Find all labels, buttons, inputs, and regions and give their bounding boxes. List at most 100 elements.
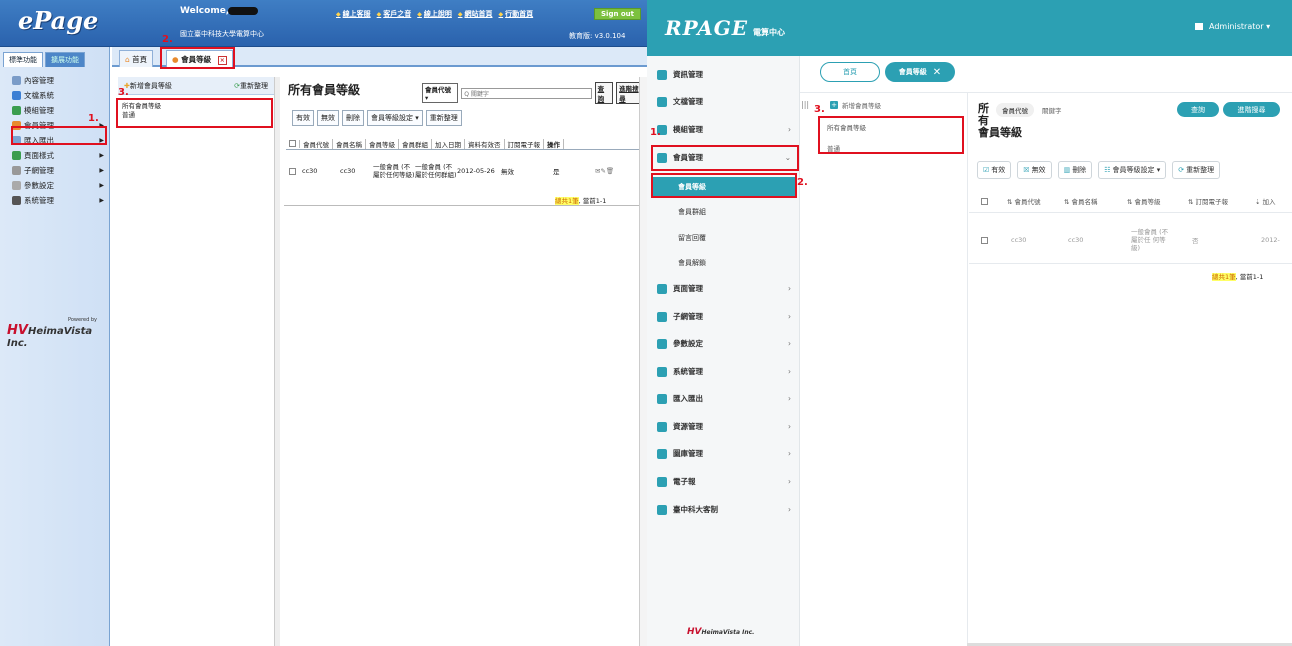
sidebar-item[interactable]: 子網管理 › bbox=[657, 308, 797, 325]
submenu-item[interactable]: 留言回覆 bbox=[653, 229, 799, 246]
sidebar-item[interactable]: 文檔系統 bbox=[8, 88, 108, 103]
link-feedback[interactable]: 客戶之音 bbox=[377, 9, 411, 19]
valid-label: 有效 bbox=[991, 166, 1006, 174]
tab-extended-functions[interactable]: 擴展功能 bbox=[45, 52, 85, 67]
main-scrollbar[interactable] bbox=[639, 77, 647, 646]
search-field-select[interactable]: 會員代號 bbox=[996, 103, 1034, 117]
table-row: cc30 cc30 一般會員 (不屬於任 何等級) 否 2012- bbox=[977, 220, 1292, 260]
cell-level: 一般會員 (不屬於任 何等級) bbox=[1131, 228, 1169, 252]
sidebar-item[interactable]: 參數設定 › bbox=[657, 335, 797, 352]
chevron-right-icon: › bbox=[788, 477, 791, 486]
search-input[interactable]: 關鍵字 bbox=[1040, 105, 1170, 115]
col-member-group[interactable]: 會員群組 bbox=[399, 138, 432, 149]
select-all-checkbox[interactable] bbox=[977, 197, 1007, 205]
delete-button[interactable]: ▥ 刪除 bbox=[1057, 161, 1093, 179]
select-all-checkbox[interactable] bbox=[286, 139, 300, 148]
tab-member-level[interactable]: 會員等級 ✕ bbox=[885, 62, 955, 82]
col-member-code[interactable]: ⇅ 會員代號 bbox=[1007, 196, 1064, 206]
chevron-right-icon: ▶ bbox=[99, 182, 104, 189]
invalid-button[interactable]: ☒ 無效 bbox=[1017, 161, 1052, 179]
powered-by: HVHeimaVista Inc. bbox=[687, 627, 754, 637]
link-mobile-home[interactable]: 行動首頁 bbox=[499, 9, 533, 19]
refresh-label: 重新整理 bbox=[1186, 166, 1215, 174]
settings-icon: ☷ bbox=[1104, 166, 1111, 174]
menu-icon bbox=[657, 421, 667, 432]
sidebar-item[interactable]: 子網管理 ▶ bbox=[8, 163, 108, 178]
sidebar-item[interactable]: 參數設定 ▶ bbox=[8, 178, 108, 193]
delete-button[interactable]: 刪除 bbox=[342, 110, 364, 126]
col-subscribe[interactable]: 訂閱電子報 bbox=[505, 138, 544, 149]
tree-scrollbar[interactable] bbox=[274, 77, 280, 646]
refresh-button[interactable]: ⟳ 重新整理 bbox=[1172, 161, 1221, 179]
invalid-button[interactable]: 無效 bbox=[317, 110, 339, 126]
col-member-code[interactable]: 會員代號 bbox=[300, 138, 333, 149]
advanced-search-button[interactable]: 進階搜尋 bbox=[1223, 102, 1280, 117]
annotation-step-3: 3. bbox=[118, 87, 129, 98]
col-join-date[interactable]: 加入日期 bbox=[432, 138, 465, 149]
row-action-icons[interactable]: ✉✎🗑 bbox=[595, 167, 614, 175]
sidebar-item[interactable]: 頁面管理 › bbox=[657, 280, 797, 297]
tab-standard-functions[interactable]: 標準功能 bbox=[3, 52, 43, 67]
current-range: , 當前1-1 bbox=[578, 197, 607, 205]
divider bbox=[969, 263, 1292, 264]
tab-home[interactable]: 首頁 bbox=[820, 62, 880, 82]
close-tab-icon[interactable]: ✕ bbox=[933, 67, 941, 78]
highlight-member-management bbox=[651, 145, 799, 171]
submenu-item[interactable]: 會員解鎖 bbox=[653, 254, 799, 271]
query-button[interactable]: 查詢 bbox=[594, 82, 614, 104]
col-member-name[interactable]: ⇅ 會員名稱 bbox=[1064, 196, 1127, 206]
action-toolbar: ☑ 有效 ☒ 無效 ▥ 刪除 ☷ 會員等級設定 ▾ ⟳ 重新整理 bbox=[977, 161, 1221, 179]
link-help[interactable]: 線上說明 bbox=[417, 9, 452, 19]
member-level-settings-button[interactable]: ☷ 會員等級設定 ▾ bbox=[1098, 161, 1167, 179]
submenu-item[interactable]: 會員群組 bbox=[653, 203, 799, 220]
sidebar-item[interactable]: 臺中科大客制 › bbox=[657, 501, 797, 518]
collapse-panel-icon[interactable]: ||| bbox=[801, 100, 809, 109]
valid-button[interactable]: 有效 bbox=[292, 110, 314, 126]
action-toolbar: 有效 無效 刪除 會員等級設定 ▾ 重新整理 bbox=[292, 110, 462, 126]
menu-icon bbox=[657, 504, 667, 515]
refresh-button[interactable]: 重新整理 bbox=[425, 110, 462, 126]
col-member-level[interactable]: ⇅ 會員等級 bbox=[1127, 196, 1188, 206]
sidebar-item[interactable]: 頁面樣式 ▶ bbox=[8, 148, 108, 163]
query-button[interactable]: 查詢 bbox=[1177, 102, 1219, 117]
sidebar-item-label: 電子報 bbox=[673, 477, 696, 486]
sidebar-item[interactable]: 資訊管理 bbox=[657, 66, 797, 83]
col-join-date[interactable]: ⇣ 加入 bbox=[1255, 196, 1276, 206]
heimavista-logo: HVHeimaVista Inc. bbox=[7, 323, 107, 349]
link-support[interactable]: 線上客服 bbox=[336, 9, 371, 19]
cell-date: 2012-05-26 bbox=[457, 167, 495, 175]
add-member-level-button[interactable]: + 新增會員等級 bbox=[830, 100, 881, 110]
sidebar-item[interactable]: 系統管理 ▶ bbox=[8, 193, 108, 208]
epage-logo[interactable]: ePage bbox=[18, 6, 98, 35]
link-site-home[interactable]: 網站首頁 bbox=[458, 9, 493, 19]
search-field-select[interactable]: 會員代號 ▾ bbox=[422, 83, 459, 103]
sidebar-item[interactable]: 文檔管理 bbox=[657, 93, 797, 110]
col-member-level[interactable]: 會員等級 bbox=[366, 138, 399, 149]
sidebar-item[interactable]: 匯入匯出 › bbox=[657, 390, 797, 407]
col-valid[interactable]: 資料有效否 bbox=[465, 138, 505, 149]
sidebar-item[interactable]: 系統管理 › bbox=[657, 363, 797, 380]
add-member-level-button[interactable]: ✚新增會員等級 bbox=[124, 81, 172, 91]
refresh-tree-button[interactable]: ⟳重新整理 bbox=[234, 81, 268, 91]
col-member-name[interactable]: 會員名稱 bbox=[333, 138, 366, 149]
tab-home[interactable]: ⌂ 首頁 bbox=[119, 50, 154, 67]
search-input[interactable]: Q 關鍵字 bbox=[461, 87, 592, 99]
sidebar-item[interactable]: 圖庫管理 › bbox=[657, 445, 797, 462]
sidebar-item[interactable]: 資源管理 › bbox=[657, 418, 797, 435]
member-level-settings-button[interactable]: 會員等級設定 ▾ bbox=[367, 110, 423, 126]
menu-icon bbox=[12, 196, 21, 205]
sidebar-item[interactable]: 內容管理 bbox=[8, 73, 108, 88]
col-subscribe[interactable]: ⇅ 訂閱電子報 bbox=[1188, 196, 1255, 206]
admin-menu[interactable]: Administrator ▾ bbox=[1195, 22, 1270, 31]
divider bbox=[967, 92, 968, 646]
menu-icon bbox=[657, 448, 667, 459]
rpage-logo[interactable]: RPAGE 電算中心 bbox=[665, 16, 785, 40]
valid-button[interactable]: ☑ 有效 bbox=[977, 161, 1012, 179]
row-checkbox[interactable] bbox=[977, 236, 1007, 244]
sidebar-item[interactable]: 電子報 › bbox=[657, 473, 797, 490]
signout-button[interactable]: Sign out bbox=[594, 8, 642, 20]
sidebar-item[interactable]: 模組管理 › bbox=[657, 121, 797, 138]
chevron-icon: › bbox=[788, 125, 791, 134]
row-checkbox[interactable] bbox=[286, 167, 302, 175]
col-ops: 操作 bbox=[544, 138, 564, 149]
